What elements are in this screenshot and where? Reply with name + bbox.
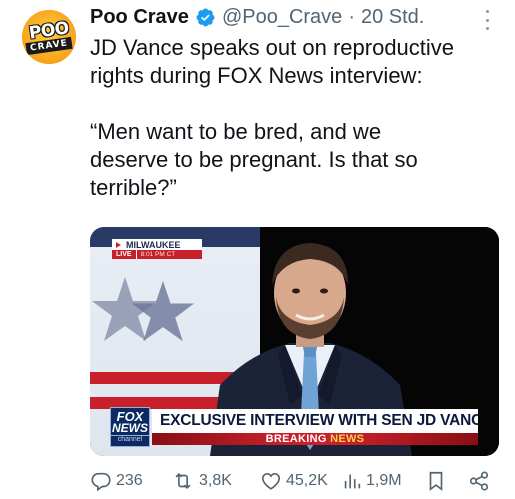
- tweet-media-video[interactable]: MILWAUKEE LIVE 8:01 PM CT FOX NEWS chann…: [90, 227, 499, 456]
- tweet-quote-line: deserve to be pregnant. Is that so: [90, 147, 418, 172]
- news-word: NEWS: [330, 433, 365, 445]
- more-dot: [485, 10, 489, 13]
- tweet[interactable]: POO CRAVE Poo Crave @Poo_Crave · 20 Std.…: [0, 0, 515, 499]
- locator-bottom: LIVE 8:01 PM CT: [112, 250, 202, 259]
- share-button[interactable]: [468, 470, 490, 492]
- chyron-headline: EXCLUSIVE INTERVIEW WITH SEN JD VANCE: [152, 409, 478, 433]
- tweet-quote-line: “Men want to be bred, and we: [90, 119, 382, 144]
- reply-icon: [91, 472, 111, 492]
- more-dot: [485, 18, 489, 22]
- locator-city: MILWAUKEE: [112, 239, 202, 250]
- tweet-text-line: JD Vance speaks out on reproductive: [90, 35, 455, 60]
- reply-count: 236: [116, 472, 143, 489]
- verified-badge-icon[interactable]: [195, 7, 216, 28]
- tweet-quote-line: terrible?”: [90, 175, 177, 200]
- tweet-text-line: rights during FOX News interview:: [90, 63, 423, 88]
- header-separator: ·: [348, 5, 355, 28]
- retweet-count: 3,8K: [199, 472, 232, 489]
- retweet-button[interactable]: 3,8K: [171, 470, 232, 492]
- author-name[interactable]: Poo Crave: [90, 6, 189, 29]
- breaking-word: BREAKING: [265, 433, 327, 445]
- fox-news-logo: FOX NEWS channel: [110, 407, 150, 447]
- fox-logo-line2: NEWS: [112, 420, 148, 435]
- locator-time: 8:01 PM CT: [135, 250, 202, 259]
- tweet-text: JD Vance speaks out on reproductive righ…: [90, 34, 500, 202]
- views-button[interactable]: 1,9M: [342, 470, 402, 492]
- fox-logo-line3: channel: [111, 434, 149, 444]
- more-dot: [485, 27, 489, 30]
- bookmark-icon: [429, 471, 443, 491]
- tweet-timestamp[interactable]: 20 Std.: [361, 6, 424, 29]
- more-options-icon[interactable]: [482, 10, 492, 30]
- like-button[interactable]: 45,2K: [260, 470, 328, 492]
- live-badge: LIVE: [112, 250, 136, 259]
- live-locator: MILWAUKEE LIVE 8:01 PM CT: [112, 239, 202, 259]
- lower-third-chyron: FOX NEWS channel EXCLUSIVE INTERVIEW WIT…: [110, 407, 480, 448]
- bookmark-button[interactable]: [426, 470, 446, 492]
- backdrop-star-icon: [131, 280, 195, 342]
- tweet-header: Poo Crave @Poo_Crave · 20 Std.: [90, 4, 424, 30]
- reply-button[interactable]: 236: [90, 470, 143, 492]
- retweet-icon: [175, 472, 191, 490]
- avatar[interactable]: POO CRAVE: [22, 10, 76, 64]
- views-count: 1,9M: [366, 472, 402, 489]
- share-icon: [469, 471, 489, 491]
- tweet-actions: 236 3,8K 45,2K 1,9M: [90, 468, 500, 494]
- breaking-news-bar: BREAKING NEWS: [152, 433, 478, 445]
- views-icon: [344, 474, 361, 489]
- like-count: 45,2K: [286, 472, 328, 489]
- author-handle[interactable]: @Poo_Crave: [222, 6, 342, 29]
- heart-icon: [261, 473, 281, 490]
